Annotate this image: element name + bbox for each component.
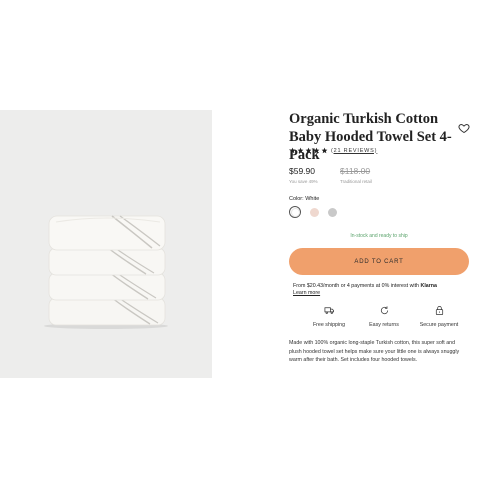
klarna-financing: From $20.43/month or 4 payments at 0% in… <box>293 283 471 290</box>
star-icon <box>313 147 320 154</box>
feature-label: Free shipping <box>312 322 346 328</box>
returns-icon <box>380 306 388 315</box>
klarna-logo: Klarna <box>420 283 438 289</box>
wishlist-heart-icon[interactable] <box>458 121 470 134</box>
towel-stack-image <box>44 215 168 329</box>
lock-icon <box>435 306 443 315</box>
feature-easy-returns: Easy returns <box>359 305 409 328</box>
reviews-link[interactable]: (21 REVIEWS) <box>331 148 377 154</box>
feature-free-shipping: Free shipping <box>304 305 354 328</box>
stock-status: In-stock and ready to ship <box>350 233 408 239</box>
swatch-grey[interactable] <box>328 207 337 217</box>
star-icon <box>305 147 312 154</box>
feature-list: Free shipping Easy returns Secure paymen… <box>304 305 464 328</box>
klarna-text: From $20.43/month or 4 payments at 0% in… <box>293 283 420 289</box>
feature-label: Easy returns <box>369 322 399 328</box>
product-description: Made with 100% organic long-staple Turki… <box>289 340 460 363</box>
color-label: Color: White <box>289 196 320 202</box>
color-swatches <box>289 206 337 218</box>
product-title: Organic Turkish Cotton Baby Hooded Towel… <box>289 111 452 163</box>
rating-stars <box>289 147 328 154</box>
feature-label: Secure payment <box>419 322 459 328</box>
add-to-cart-button[interactable]: ADD TO CART <box>289 248 469 275</box>
star-icon <box>321 147 328 154</box>
original-price-note: Traditional retail <box>340 179 372 184</box>
product-image <box>0 110 212 378</box>
truck-icon <box>324 307 334 314</box>
current-price: $59.90 <box>289 166 315 176</box>
swatch-blush[interactable] <box>310 207 319 217</box>
feature-secure-payment: Secure payment <box>414 305 464 328</box>
swatch-white[interactable] <box>289 206 301 218</box>
original-price: $118.00 <box>340 166 371 176</box>
star-icon <box>297 147 304 154</box>
learn-more-link[interactable]: Learn more <box>293 290 320 296</box>
savings-note: You save 49% <box>289 179 318 184</box>
star-icon <box>289 147 296 154</box>
product-rating: (21 REVIEWS) <box>289 147 377 154</box>
